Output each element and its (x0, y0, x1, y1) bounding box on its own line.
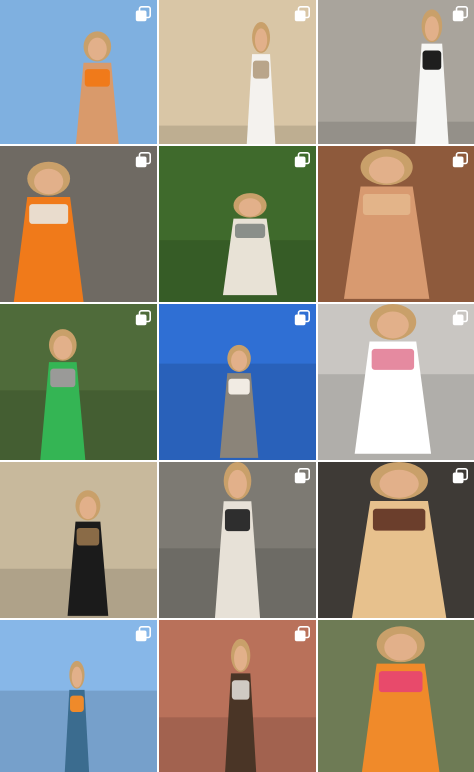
multiple-posts-icon (452, 468, 468, 484)
post-image (0, 0, 157, 144)
post-thumbnail[interactable] (159, 146, 316, 302)
post-image (159, 146, 316, 302)
multiple-posts-icon (294, 626, 310, 642)
multiple-posts-icon (452, 152, 468, 168)
post-image (0, 462, 157, 618)
post-thumbnail[interactable] (0, 0, 157, 144)
post-image (318, 0, 474, 144)
post-image (159, 304, 316, 460)
post-thumbnail[interactable] (159, 462, 316, 618)
post-image (0, 146, 157, 302)
post-thumbnail[interactable] (318, 146, 474, 302)
post-thumbnail[interactable] (159, 620, 316, 772)
multiple-posts-icon (452, 310, 468, 326)
post-thumbnail[interactable] (0, 462, 157, 618)
post-image (159, 0, 316, 144)
multiple-posts-icon (294, 152, 310, 168)
post-image (318, 620, 474, 772)
post-thumbnail[interactable] (159, 304, 316, 460)
multiple-posts-icon (452, 6, 468, 22)
post-image (318, 304, 474, 460)
multiple-posts-icon (135, 310, 151, 326)
post-thumbnail[interactable] (0, 304, 157, 460)
post-image (0, 620, 157, 772)
multiple-posts-icon (294, 310, 310, 326)
multiple-posts-icon (294, 6, 310, 22)
post-thumbnail[interactable] (318, 620, 474, 772)
multiple-posts-icon (135, 152, 151, 168)
profile-post-grid (0, 0, 474, 772)
post-image (159, 620, 316, 772)
post-image (0, 304, 157, 460)
post-image (159, 462, 316, 618)
post-thumbnail[interactable] (318, 462, 474, 618)
multiple-posts-icon (294, 468, 310, 484)
post-thumbnail[interactable] (0, 146, 157, 302)
post-image (318, 462, 474, 618)
post-thumbnail[interactable] (0, 620, 157, 772)
multiple-posts-icon (135, 6, 151, 22)
post-thumbnail[interactable] (159, 0, 316, 144)
multiple-posts-icon (135, 626, 151, 642)
post-thumbnail[interactable] (318, 304, 474, 460)
post-thumbnail[interactable] (318, 0, 474, 144)
post-image (318, 146, 474, 302)
